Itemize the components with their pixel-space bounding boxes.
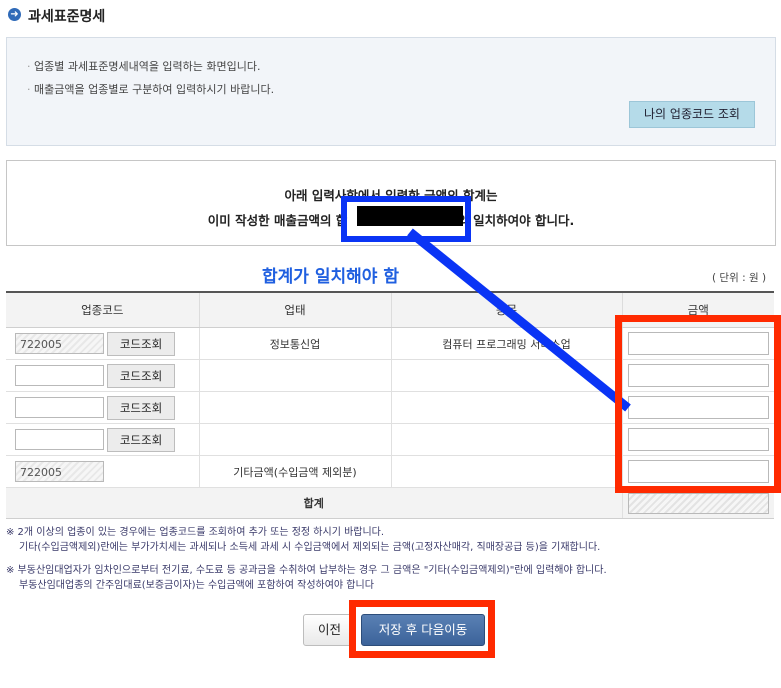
connector-line [407,228,631,412]
amount-highlight-box [615,315,781,493]
save-button-highlight-box [349,600,495,658]
sum-highlight-box [341,196,471,242]
